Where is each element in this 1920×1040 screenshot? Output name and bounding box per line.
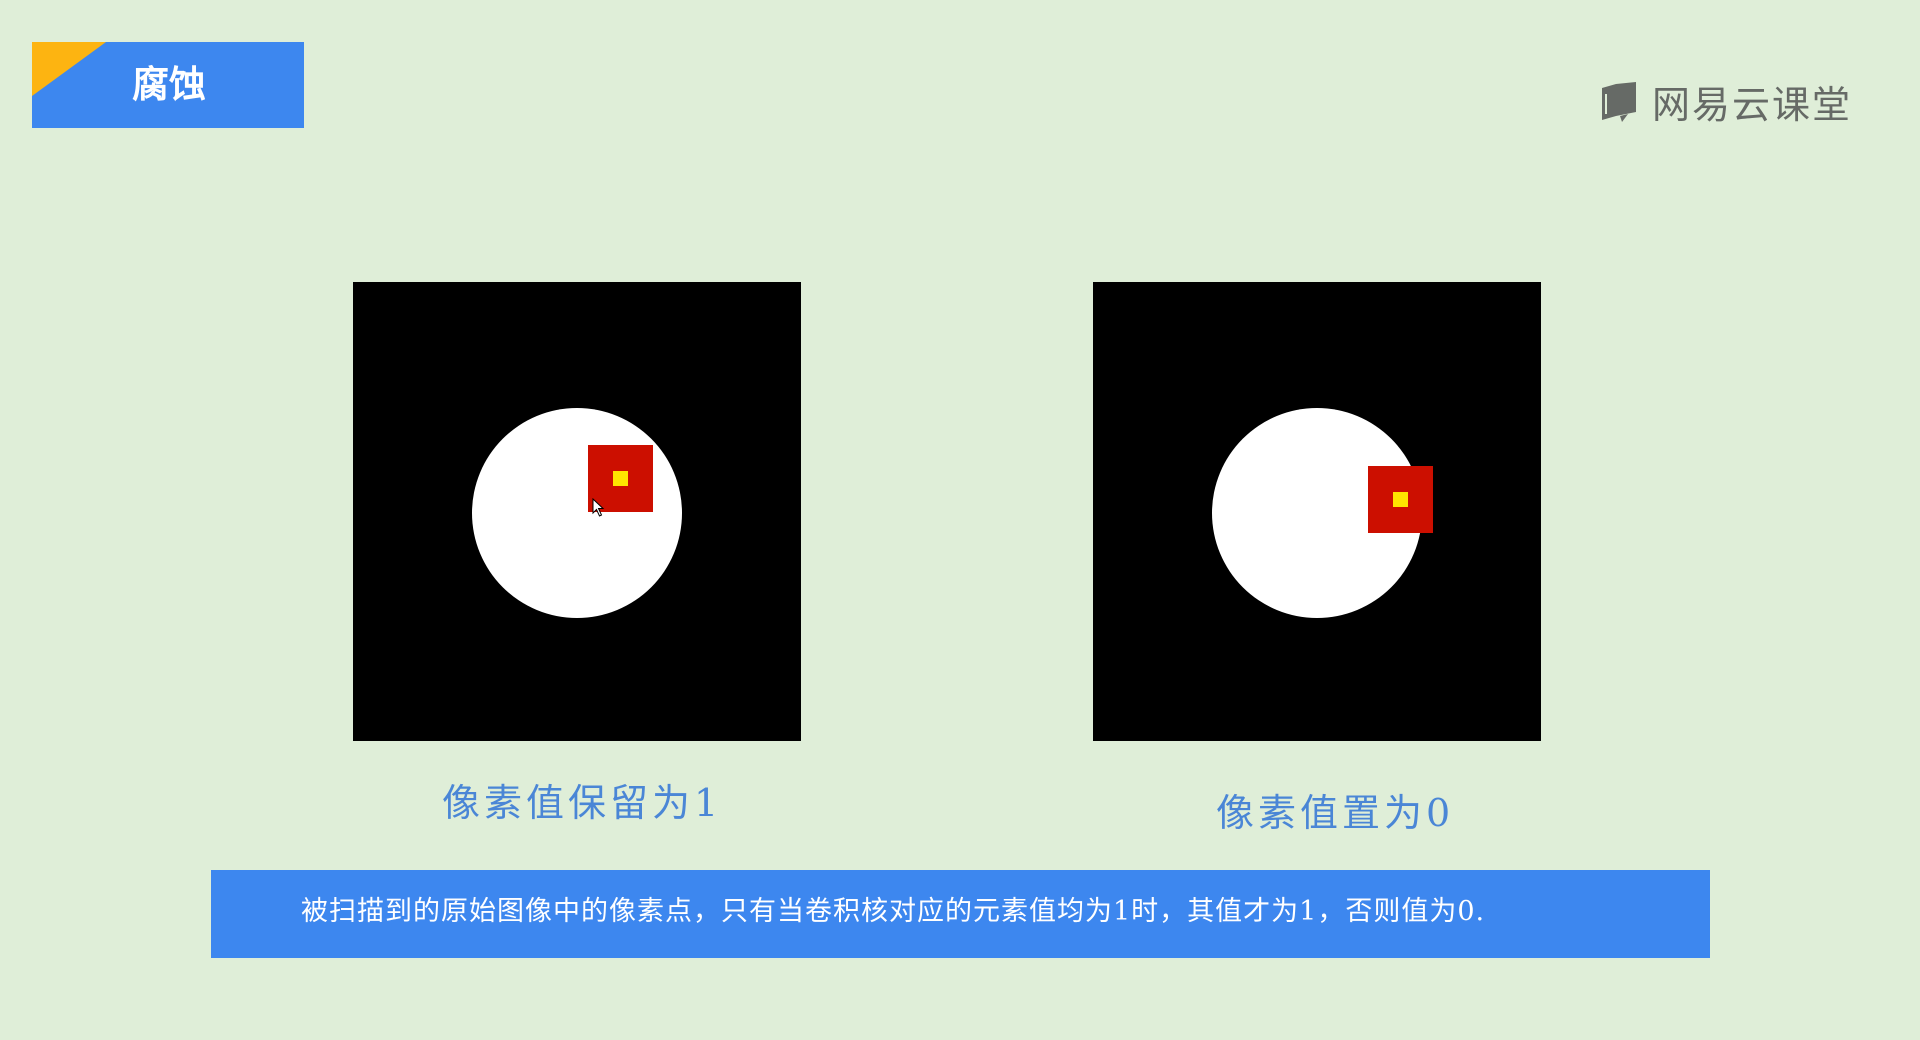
logo-text: 网易云课堂 [1652,82,1853,127]
book-logo-icon [1602,82,1636,122]
description-text: 被扫描到的原始图像中的像素点，只有当卷积核对应的元素值均为1时，其值才为1，否则… [301,896,1486,927]
kernel-center-pixel [1393,492,1408,507]
binary-image-panel-retain [353,282,801,741]
title-badge: 腐蚀 [32,42,304,128]
page-title: 腐蚀 [132,63,206,106]
description-bar: 被扫描到的原始图像中的像素点，只有当卷积核对应的元素值均为1时，其值才为1，否则… [211,870,1710,958]
caption-retain: 像素值保留为1 [442,781,723,825]
kernel-center-pixel [613,471,628,486]
binary-image-panel-zero [1093,282,1541,741]
caption-zero: 像素值置为0 [1216,791,1455,835]
brand-logo: 网易云课堂 [1598,78,1852,127]
kernel-square [1368,466,1433,533]
white-circle-foreground [472,408,682,618]
mouse-pointer-icon [592,498,605,517]
corner-triangle-decoration [32,42,106,96]
